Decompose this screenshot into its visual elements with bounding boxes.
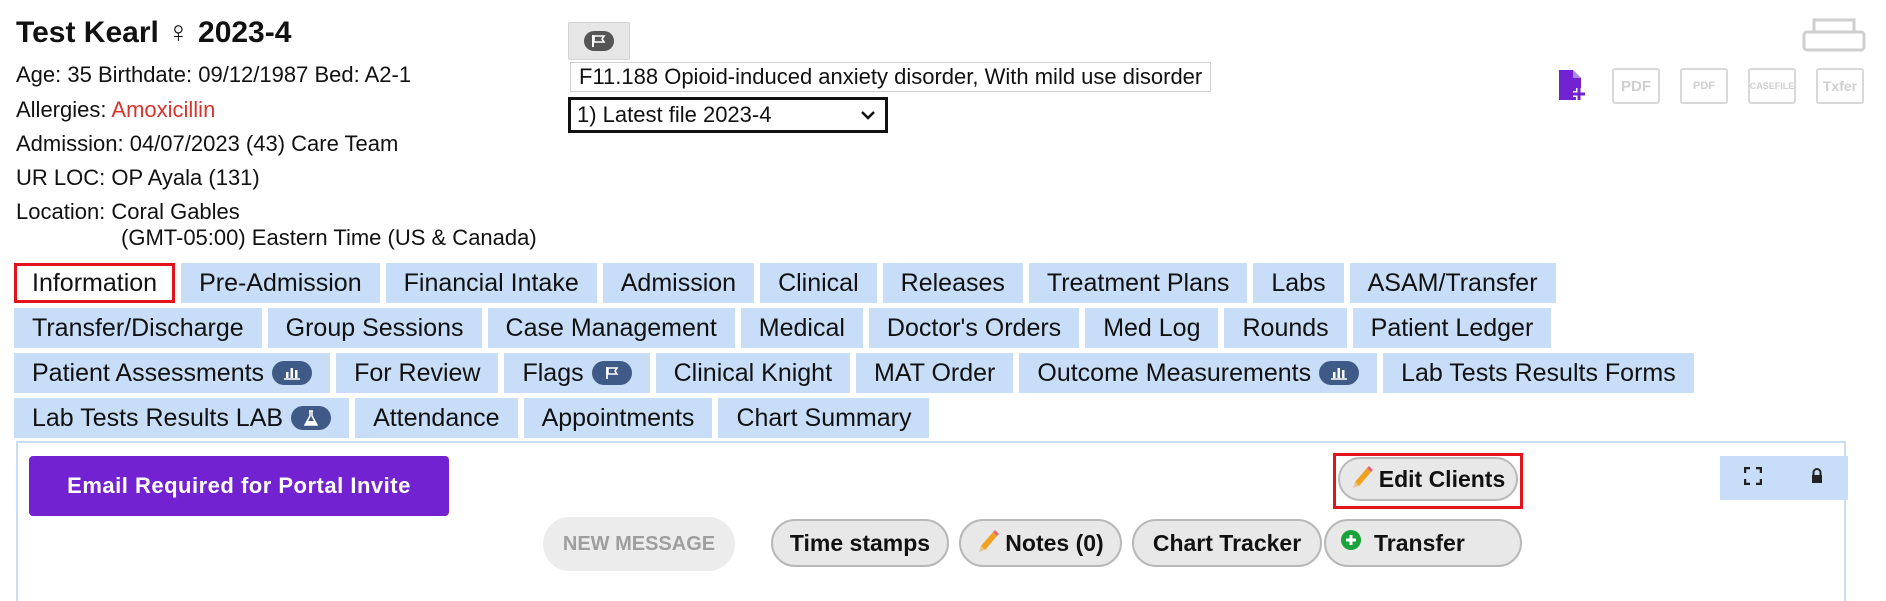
flask-icon <box>291 406 332 430</box>
timezone-line: (GMT-05:00) Eastern Time (US & Canada) <box>121 225 537 250</box>
diagnosis-label: F11.188 Opioid-induced anxiety disorder,… <box>570 62 1212 92</box>
tab-admission[interactable]: Admission <box>602 263 755 303</box>
tab-outcome-measurements[interactable]: Outcome Measurements <box>1019 353 1378 393</box>
tab-flags[interactable]: Flags <box>504 353 650 393</box>
file-select[interactable]: 1) Latest file 2023-4 <box>568 97 888 133</box>
tab-case-management[interactable]: Case Management <box>487 308 735 348</box>
tab-attendance[interactable]: Attendance <box>355 398 518 438</box>
tab-med-log[interactable]: Med Log <box>1085 308 1219 348</box>
notes-label: Notes (0) <box>1005 529 1104 556</box>
patient-name: Test Kearl ♀ 2023-4 <box>16 16 292 49</box>
tab-chart-summary[interactable]: Chart Summary <box>718 398 930 438</box>
notes-button[interactable]: Notes (0) <box>959 519 1122 567</box>
tab-doctors-orders[interactable]: Doctor's Orders <box>868 308 1080 348</box>
flag-icon <box>591 361 632 385</box>
tab-clinical[interactable]: Clinical <box>760 263 877 303</box>
pdf-icon[interactable]: PDF <box>1612 68 1660 104</box>
location-line: Location: Coral Gables <box>16 199 240 224</box>
pencil-icon <box>977 528 1000 558</box>
flag-icon <box>584 31 614 51</box>
tab-lab-tests-results-lab[interactable]: Lab Tests Results LAB <box>14 398 350 438</box>
admission-line: Admission: 04/07/2023 (43) Care Team <box>16 131 399 156</box>
transfer-button[interactable]: Transfer <box>1324 519 1522 567</box>
tab-transfer-discharge[interactable]: Transfer/Discharge <box>14 308 262 348</box>
plus-circle-icon <box>1340 529 1362 557</box>
transfer-label: Transfer <box>1374 529 1465 556</box>
expand-icon[interactable] <box>1743 466 1763 490</box>
tab-patient-assessments[interactable]: Patient Assessments <box>14 353 331 393</box>
casefile-icon[interactable]: CASEFILE <box>1748 68 1796 104</box>
tab-patient-ledger[interactable]: Patient Ledger <box>1352 308 1552 348</box>
chart-tracker-button[interactable]: Chart Tracker <box>1132 519 1322 567</box>
pdf-icon-label: PDF <box>1621 77 1651 95</box>
pdf-stack-label: PDF <box>1693 80 1715 92</box>
casefile-label: CASEFILE <box>1749 81 1795 91</box>
pdf-stack-icon[interactable]: PDF <box>1680 68 1728 104</box>
tab-row-4: Lab Tests Results LAB Attendance Appoint… <box>14 398 930 438</box>
tab-row-1: Information Pre-Admission Financial Inta… <box>14 263 1556 303</box>
tab-mat-order[interactable]: MAT Order <box>856 353 1014 393</box>
flag-button[interactable] <box>568 22 630 60</box>
portal-invite-button[interactable]: Email Required for Portal Invite <box>29 456 449 516</box>
bar-chart-icon <box>272 361 313 385</box>
tab-row-2: Transfer/Discharge Group Sessions Case M… <box>14 308 1552 348</box>
tab-treatment-plans[interactable]: Treatment Plans <box>1028 263 1248 303</box>
tab-for-review[interactable]: For Review <box>336 353 499 393</box>
tab-pre-admission[interactable]: Pre-Admission <box>181 263 380 303</box>
tab-medical[interactable]: Medical <box>740 308 863 348</box>
tab-appointments[interactable]: Appointments <box>523 398 713 438</box>
add-document-icon[interactable] <box>1557 68 1589 107</box>
bar-chart-icon <box>1319 361 1360 385</box>
tab-clinical-knight[interactable]: Clinical Knight <box>655 353 851 393</box>
new-message-button[interactable]: NEW MESSAGE <box>543 517 735 571</box>
pencil-icon <box>1351 464 1373 494</box>
tab-flags-label: Flags <box>522 359 584 387</box>
tab-patient-assessments-label: Patient Assessments <box>32 359 265 387</box>
allergies-line: Allergies: Amoxicillin <box>16 97 215 123</box>
tab-lab-tests-results-forms[interactable]: Lab Tests Results Forms <box>1383 353 1694 393</box>
ur-loc-line: UR LOC: OP Ayala (131) <box>16 165 260 190</box>
allergies-label: Allergies: <box>16 97 112 122</box>
tab-lab-tests-results-lab-label: Lab Tests Results LAB <box>32 404 284 432</box>
allergies-value: Amoxicillin <box>111 97 216 122</box>
patient-demographics: Age: 35 Birthdate: 09/12/1987 Bed: A2-1 <box>16 62 412 87</box>
tab-rounds[interactable]: Rounds <box>1224 308 1347 348</box>
edit-clients-button[interactable]: Edit Clients <box>1338 457 1518 501</box>
tab-labs[interactable]: Labs <box>1253 263 1344 303</box>
time-stamps-button[interactable]: Time stamps <box>771 519 949 567</box>
file-select-value: 1) Latest file 2023-4 <box>577 102 772 127</box>
transfer-doc-icon[interactable]: Txfer <box>1816 68 1864 104</box>
chevron-down-icon <box>859 103 877 135</box>
tab-information[interactable]: Information <box>14 263 176 303</box>
tab-financial-intake[interactable]: Financial Intake <box>385 263 597 303</box>
edit-clients-label: Edit Clients <box>1378 465 1506 492</box>
tab-outcome-measurements-label: Outcome Measurements <box>1037 359 1312 387</box>
tab-releases[interactable]: Releases <box>882 263 1023 303</box>
transfer-doc-label: Txfer <box>1822 78 1858 94</box>
tab-asam-transfer[interactable]: ASAM/Transfer <box>1349 263 1556 303</box>
lock-icon[interactable] <box>1810 467 1824 489</box>
tab-group-sessions[interactable]: Group Sessions <box>267 308 482 348</box>
panel-tools <box>1720 456 1848 500</box>
printer-icon[interactable] <box>1802 18 1866 59</box>
tab-row-3: Patient Assessments For Review Flags Cli… <box>14 353 1694 393</box>
